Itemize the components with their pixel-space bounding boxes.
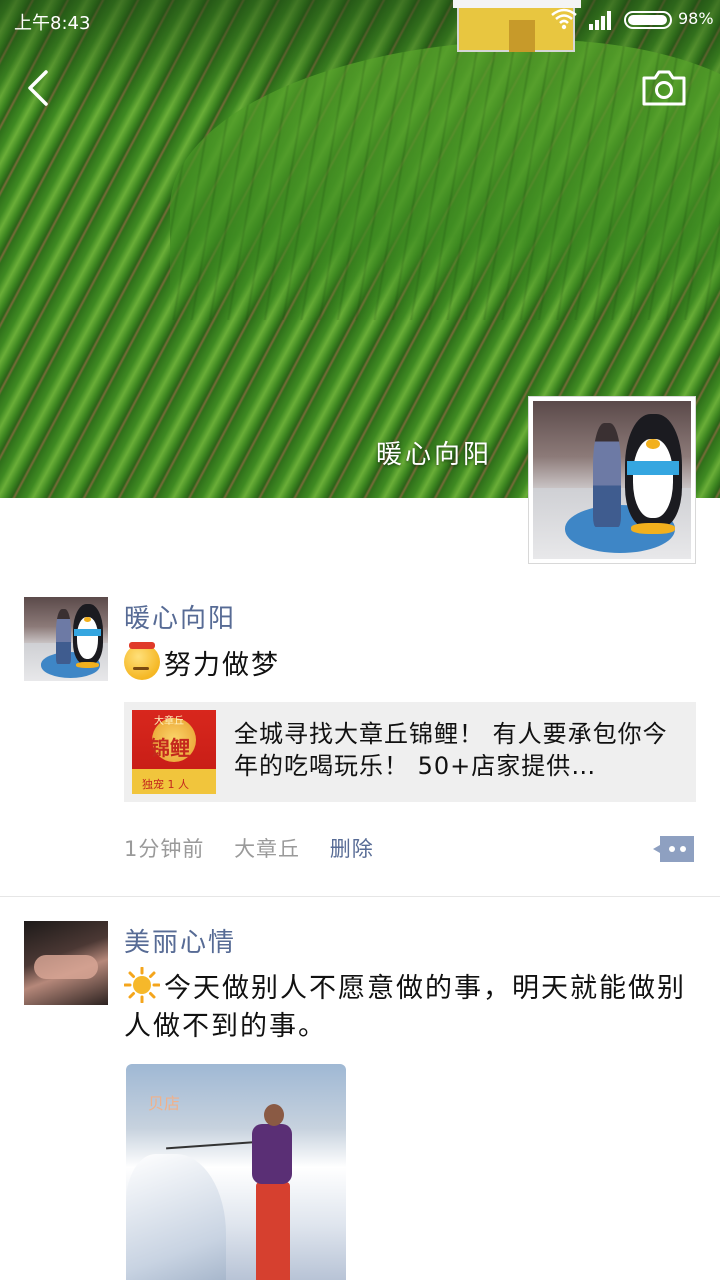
signal-icon xyxy=(589,11,611,30)
post-meta: 1分钟前 大章丘 删除 xyxy=(124,833,396,863)
post-time: 1分钟前 xyxy=(124,837,205,861)
camera-button[interactable] xyxy=(640,68,688,108)
back-button[interactable] xyxy=(22,68,58,108)
status-bar: 上午8:43 98% xyxy=(0,0,720,40)
thumb-tag: 独宠 1 人 xyxy=(142,778,189,791)
delete-button[interactable]: 删除 xyxy=(330,837,374,861)
battery-percent: 98% xyxy=(678,9,714,28)
battery-icon xyxy=(624,11,672,29)
profile-avatar[interactable] xyxy=(528,396,696,564)
comment-more-button[interactable] xyxy=(650,834,696,864)
post-author-avatar[interactable] xyxy=(24,921,108,1005)
post-image[interactable]: 贝店 xyxy=(126,1064,346,1280)
sun-emoji-icon xyxy=(124,967,160,1003)
image-watermark: 贝店 xyxy=(148,1094,181,1113)
post-text-content: 努力做梦 xyxy=(164,650,280,681)
post-author-name[interactable]: 暖心向阳 xyxy=(124,598,236,635)
battery-fill xyxy=(628,15,668,25)
profile-name[interactable]: 暖心向阳 xyxy=(376,434,492,471)
post-author-name[interactable]: 美丽心情 xyxy=(124,922,236,959)
link-title: 全城寻找大章丘锦鲤！ 有人要承包你今年的吃喝玩乐！ 50+店家提供… xyxy=(234,720,668,780)
link-thumbnail: 大章丘 锦鲤 独宠 1 人 xyxy=(132,710,216,794)
thumb-top-text: 大章丘 xyxy=(154,716,184,727)
post-text-content: 今天做别人不愿意做的事，明天就能做别人做不到的事。 xyxy=(124,973,686,1042)
status-time: 上午8:43 xyxy=(14,13,91,34)
post-author-avatar[interactable] xyxy=(24,597,108,681)
post-text: 今天做别人不愿意做的事，明天就能做别人做不到的事。 xyxy=(124,967,694,1046)
post-text: 努力做梦 xyxy=(124,642,694,685)
wifi-icon xyxy=(551,8,577,30)
avatar-image xyxy=(533,401,691,559)
post-divider xyxy=(0,896,720,897)
angry-face-emoji-icon xyxy=(124,642,160,680)
shared-link-card[interactable]: 大章丘 锦鲤 独宠 1 人 全城寻找大章丘锦鲤！ 有人要承包你今年的吃喝玩乐！ … xyxy=(124,702,696,802)
thumb-main-text: 锦鲤 xyxy=(150,736,190,760)
post-location[interactable]: 大章丘 xyxy=(234,837,300,861)
